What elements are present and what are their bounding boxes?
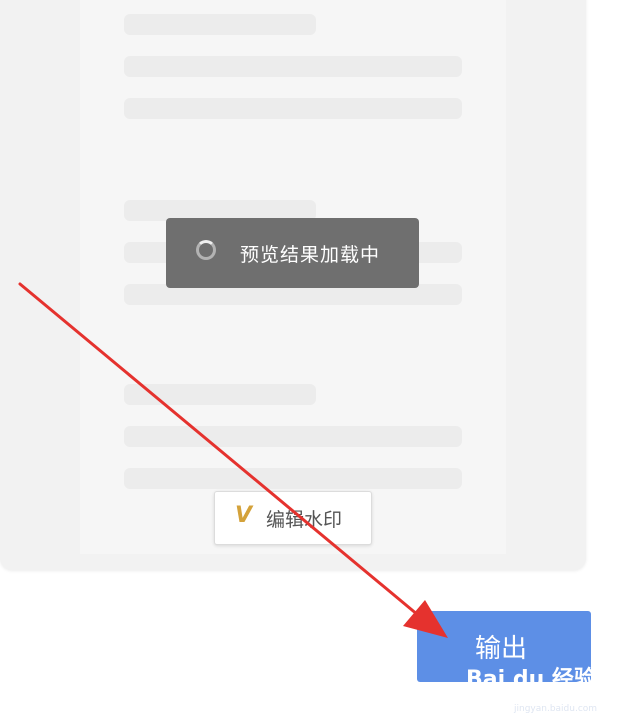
site-watermark-domain: jingyan.baidu.com <box>514 704 598 714</box>
skeleton-line <box>124 98 462 119</box>
skeleton-line <box>124 426 462 447</box>
edit-watermark-label: 编辑水印 <box>266 509 343 531</box>
loading-spinner-icon <box>196 240 216 260</box>
skeleton-line <box>124 14 316 35</box>
skeleton-line <box>124 468 462 489</box>
export-button-label: 输出 <box>475 634 528 664</box>
loading-text: 预览结果加载中 <box>240 244 381 266</box>
skeleton-line <box>124 56 462 77</box>
v-logo-icon: V <box>235 503 253 528</box>
site-watermark-logo: Bai du 经验 <box>466 667 596 692</box>
skeleton-line <box>124 384 316 405</box>
